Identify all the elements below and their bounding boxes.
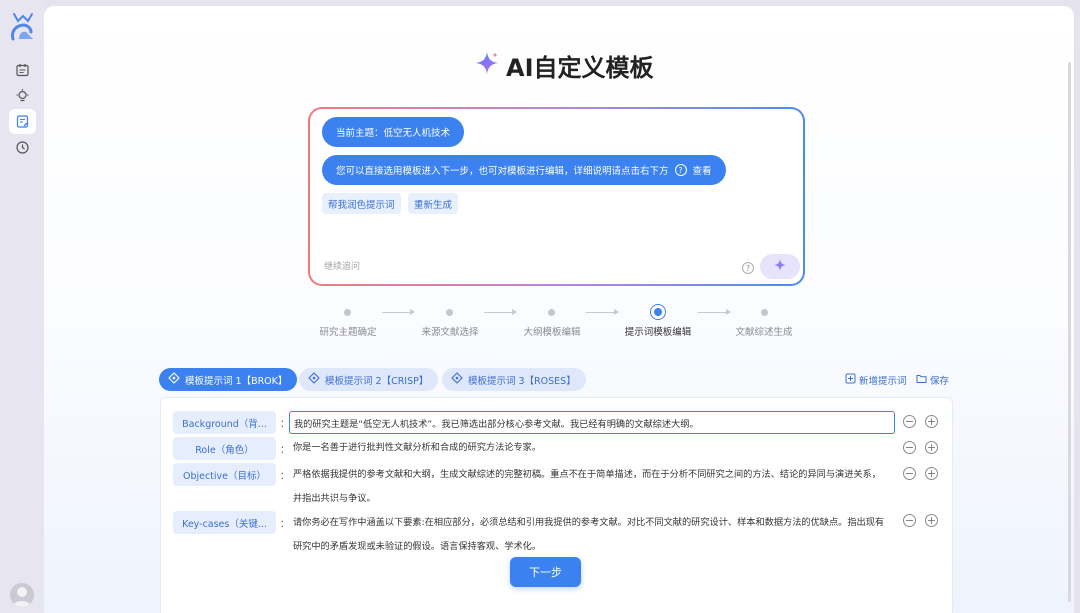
remove-row-button[interactable]: − <box>903 441 916 454</box>
add-row-button[interactable]: + <box>925 441 938 454</box>
chat-inner: 当前主题：低空无人机技术 您可以直接选用模板进入下一步，也可对模板进行编辑，详细… <box>310 109 803 284</box>
polish-prompt-chip[interactable]: 帮我润色提示词 <box>322 193 401 214</box>
save-button[interactable]: 保存 <box>916 373 949 387</box>
page-title: AI自定义模板 <box>506 53 654 82</box>
tab-label: 模板提示词 3【ROSES】 <box>468 375 576 387</box>
sidebar <box>0 0 44 613</box>
step-dot-1 <box>344 309 351 316</box>
colon: ： <box>280 519 290 530</box>
history-icon[interactable] <box>9 135 36 160</box>
tab-prompt-1[interactable]: 模板提示词 1【BROK】 <box>159 368 298 391</box>
step-dot-5 <box>761 309 768 316</box>
key-cases-field[interactable]: 请你务必在写作中涵盖以下要素:在相应部分，必须总结和引用我提供的参考文献。对比不… <box>293 511 893 559</box>
followup-input[interactable] <box>324 261 704 271</box>
add-row-button[interactable]: + <box>925 467 938 480</box>
add-row-button[interactable]: + <box>925 415 938 428</box>
chat-box: 当前主题：低空无人机技术 您可以直接选用模板进入下一步，也可对模板进行编辑，详细… <box>308 107 805 286</box>
diamond-nodes-icon <box>168 372 180 387</box>
step-label-current: 提示词模板编辑 <box>624 327 692 338</box>
regenerate-chip[interactable]: 重新生成 <box>408 193 459 214</box>
info-bubble: 您可以直接选用模板进入下一步，也可对模板进行编辑，详细说明请点击右下方 ? 查看 <box>322 155 726 185</box>
step-dot-3 <box>548 309 555 316</box>
step-arrow <box>698 309 731 315</box>
step-label-3: 大纲模板编辑 <box>523 327 581 338</box>
add-prompt-button[interactable]: 新增提示词 <box>845 373 907 387</box>
field-label-role[interactable]: Role（角色） <box>173 437 276 460</box>
scrollbar[interactable] <box>1068 62 1071 602</box>
bulb-icon[interactable] <box>9 83 36 108</box>
sparkle-send-icon <box>773 257 787 276</box>
key-cases-line-1: 请你务必在写作中涵盖以下要素:在相应部分，必须总结和引用我提供的参考文献。对比不… <box>293 517 885 528</box>
step-arrow <box>586 309 619 315</box>
page-header: AI自定义模板 <box>474 48 654 82</box>
add-file-icon <box>845 373 856 387</box>
add-row-button[interactable]: + <box>925 514 938 527</box>
remove-row-button[interactable]: − <box>903 467 916 480</box>
objective-field[interactable]: 严格依据我提供的参考文献和大纲，生成文献综述的完整初稿。重点不在于简单描述，而在… <box>293 463 893 511</box>
send-button[interactable] <box>760 254 800 279</box>
step-arrow <box>382 309 415 315</box>
add-prompt-label: 新增提示词 <box>859 376 907 387</box>
question-icon[interactable]: ? <box>742 262 754 274</box>
step-label-1: 研究主题确定 <box>319 327 377 338</box>
field-label-background[interactable]: Background（背... <box>173 411 276 434</box>
step-label-2: 来源文献选择 <box>421 327 479 338</box>
field-label-objective[interactable]: Objective（目标） <box>173 463 276 486</box>
role-field[interactable]: 你是一名善于进行批判性文献分析和合成的研究方法论专家。 <box>293 436 893 460</box>
main-panel: AI自定义模板 当前主题：低空无人机技术 您可以直接选用模板进入下一步，也可对模… <box>44 6 1074 613</box>
sparkle-icon <box>474 50 500 80</box>
objective-line-2: 并指出共识与争议。 <box>293 493 376 504</box>
help-icon[interactable]: ? <box>674 164 687 176</box>
tab-label: 模板提示词 2【CRISP】 <box>325 375 429 387</box>
diamond-nodes-icon <box>308 372 320 387</box>
remove-row-button[interactable]: − <box>903 415 916 428</box>
key-cases-line-2: 研究中的矛盾发现或未验证的假设。语言保持客观、学术化。 <box>293 541 542 552</box>
step-label-5: 文献综述生成 <box>735 327 793 338</box>
info-bubble-text: 您可以直接选用模板进入下一步，也可对模板进行编辑，详细说明请点击右下方 <box>336 166 669 177</box>
avatar-icon[interactable] <box>10 583 34 607</box>
objective-line-1: 严格依据我提供的参考文献和大纲，生成文献综述的完整初稿。重点不在于简单描述，而在… <box>293 469 881 480</box>
colon: ： <box>280 445 290 456</box>
edit-document-icon[interactable] <box>9 109 36 134</box>
view-link[interactable]: 查看 <box>693 163 712 177</box>
save-label: 保存 <box>930 376 950 387</box>
notebook-icon[interactable] <box>9 58 36 83</box>
step-dot-current <box>651 305 665 319</box>
background-value: 我的研究主题是“低空无人机技术”。我已筛选出部分核心参考文献。我已经有明确的文献… <box>294 418 699 430</box>
diamond-nodes-icon <box>451 372 463 387</box>
background-field[interactable]: 我的研究主题是“低空无人机技术”。我已筛选出部分核心参考文献。我已经有明确的文献… <box>289 411 895 434</box>
step-dot-2 <box>446 309 453 316</box>
folder-icon <box>916 373 927 387</box>
field-label-key-cases[interactable]: Key-cases（关键... <box>173 511 276 534</box>
next-step-button[interactable]: 下一步 <box>510 557 581 587</box>
logo-icon[interactable] <box>9 12 37 42</box>
remove-row-button[interactable]: − <box>903 514 916 527</box>
colon: ： <box>280 471 290 482</box>
tab-prompt-2[interactable]: 模板提示词 2【CRISP】 <box>299 368 439 391</box>
step-arrow <box>484 309 517 315</box>
tab-prompt-3[interactable]: 模板提示词 3【ROSES】 <box>442 368 586 391</box>
tab-label: 模板提示词 1【BROK】 <box>185 375 288 387</box>
topic-bubble: 当前主题：低空无人机技术 <box>322 117 465 147</box>
